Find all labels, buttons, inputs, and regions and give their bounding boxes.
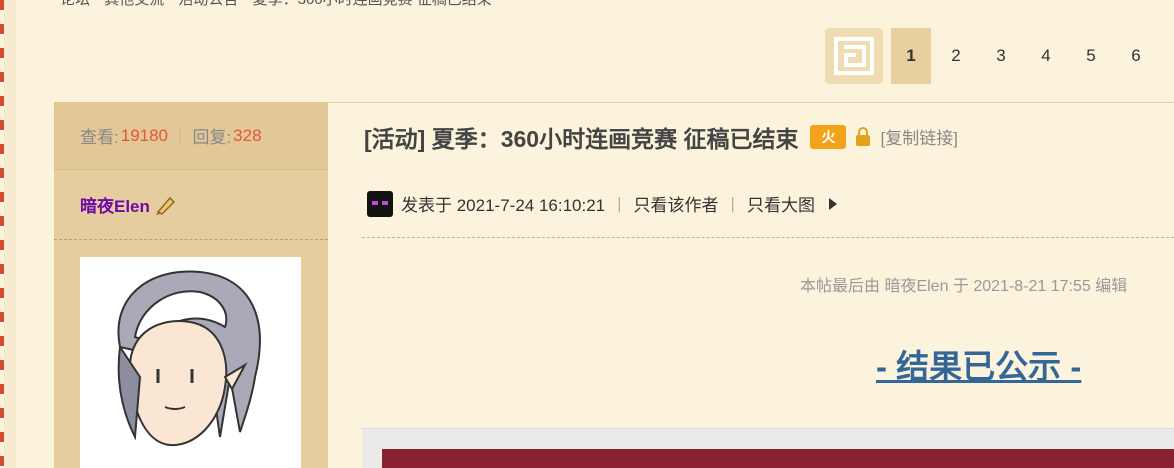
- post-meta-row: 发表于 2021-7-24 16:10:21 | 只看该作者 | 只看大图: [362, 170, 1174, 238]
- copy-link-button[interactable]: [复制链接]: [880, 124, 957, 149]
- meta-divider: |: [617, 193, 622, 213]
- author-row: 暗夜Elen: [54, 170, 328, 240]
- page-5-button[interactable]: 5: [1071, 28, 1111, 84]
- replies-label: 回复:: [192, 128, 232, 147]
- breadcrumb-item[interactable]: 论坛: [60, 0, 90, 8]
- breadcrumb-item[interactable]: 夏季：360小时连画竞赛 征稿已结束: [253, 0, 492, 8]
- replies-count: 328: [233, 125, 262, 145]
- views-count: 19180: [120, 125, 169, 145]
- breadcrumb-item[interactable]: 其他交流: [104, 0, 164, 8]
- online-status-icon: [367, 190, 393, 217]
- post-timestamp: 发表于 2021-7-24 16:10:21: [401, 196, 606, 215]
- thread-stats: 查看: 19180 | 回复: 328: [54, 102, 328, 170]
- only-images-link[interactable]: 只看大图: [747, 191, 815, 216]
- breadcrumb: 论坛 其他交流 活动公告 夏季：360小时连画竞赛 征稿已结束: [60, 0, 760, 8]
- post-image[interactable]: [382, 449, 1174, 468]
- pencil-icon: [155, 196, 175, 215]
- breadcrumb-item[interactable]: 活动公告: [178, 0, 238, 8]
- thread-title-bar: [活动] 夏季：360小时连画竞赛 征稿已结束 火 [复制链接]: [328, 102, 1174, 170]
- return-button[interactable]: [825, 28, 883, 84]
- author-sidebar: 查看: 19180 | 回复: 328 暗夜Elen: [54, 102, 328, 468]
- page-4-button[interactable]: 4: [1026, 28, 1066, 84]
- meta-divider: |: [730, 193, 735, 213]
- avatar[interactable]: [80, 257, 301, 468]
- edit-note: 本帖最后由 暗夜Elen 于 2021-8-21 17:55 编辑: [800, 278, 1128, 295]
- post-main: [活动] 夏季：360小时连画竞赛 征稿已结束 火 [复制链接] 发表于 202…: [328, 102, 1174, 468]
- post-image-frame: [362, 428, 1174, 468]
- result-announcement-link[interactable]: - 结果已公示 -: [876, 340, 1081, 388]
- stats-divider: |: [178, 125, 183, 145]
- author-name-link[interactable]: 暗夜Elen: [80, 192, 150, 217]
- avatar-illustration: [117, 270, 261, 447]
- page-3-button[interactable]: 3: [981, 28, 1021, 84]
- page-1-button[interactable]: 1: [891, 28, 931, 84]
- thread-title: [活动] 夏季：360小时连画竞赛 征稿已结束: [364, 125, 799, 152]
- play-arrow-icon[interactable]: [827, 197, 839, 211]
- return-icon: [834, 37, 874, 75]
- only-author-link[interactable]: 只看该作者: [634, 191, 719, 216]
- page-2-button[interactable]: 2: [936, 28, 976, 84]
- lock-icon: [856, 126, 871, 146]
- hot-thread-badge: 火: [810, 124, 847, 149]
- pagination: 1 2 3 4 5 6: [825, 28, 1161, 84]
- page-6-button[interactable]: 6: [1116, 28, 1156, 84]
- left-strip: [4, 0, 16, 468]
- views-label: 查看:: [80, 128, 119, 147]
